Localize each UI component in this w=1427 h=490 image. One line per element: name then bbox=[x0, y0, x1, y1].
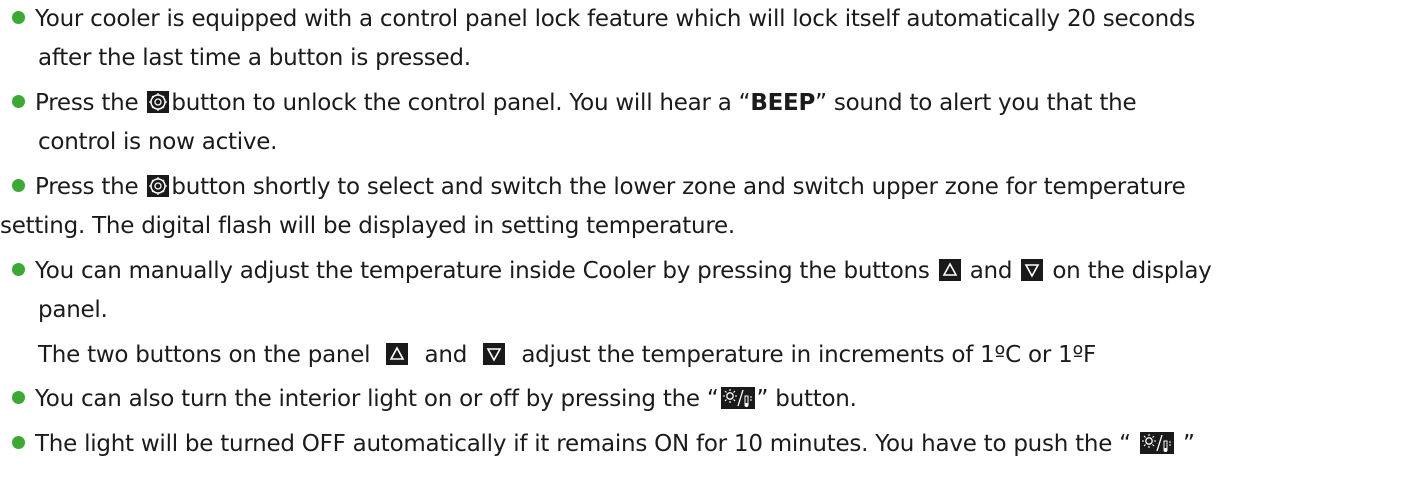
bullet-zone-select: Press the button shortly to select and s… bbox=[0, 172, 1186, 204]
text-button-end: ” button. bbox=[756, 386, 857, 412]
text-zone-desc: button shortly to select and switch the … bbox=[171, 174, 1186, 200]
triangle-down-icon bbox=[1021, 259, 1044, 281]
bullet-dot bbox=[12, 179, 25, 192]
text-on-display: on the display bbox=[1052, 258, 1212, 284]
text-unlock-desc: button to unlock the control panel. You … bbox=[171, 90, 751, 116]
text-two-buttons: The two buttons on the panel bbox=[38, 342, 371, 368]
text-press-the: Press the bbox=[35, 90, 139, 116]
text-lock-feature: Your cooler is equipped with a control p… bbox=[35, 6, 1196, 32]
bullet-dot bbox=[12, 11, 25, 24]
light-temp-icon bbox=[720, 387, 755, 409]
bullet-dot bbox=[12, 263, 25, 276]
text-auto-off-desc: The light will be turned OFF automatical… bbox=[35, 431, 1131, 457]
bullet-dot bbox=[12, 436, 25, 449]
text-beep: BEEP bbox=[750, 90, 816, 116]
text-setting-flash: setting. The digital flash will be displ… bbox=[0, 213, 735, 239]
bullet-light-auto-off: The light will be turned OFF automatical… bbox=[0, 429, 1195, 461]
text-lock-feature-cont: after the last time a button is pressed. bbox=[38, 45, 471, 71]
zone-select-icon bbox=[147, 91, 170, 113]
text-light-desc: You can also turn the interior light on … bbox=[35, 386, 719, 412]
bullet-lock-feature: Your cooler is equipped with a control p… bbox=[0, 4, 1195, 36]
text-alert: ” sound to alert you that the bbox=[815, 90, 1137, 116]
bullet-dot bbox=[12, 391, 25, 404]
text-increments: The two buttons on the panel and adjust … bbox=[38, 340, 1096, 372]
triangle-up-icon bbox=[386, 343, 409, 365]
text-adjust-desc: You can manually adjust the temperature … bbox=[35, 258, 930, 284]
text-press-the: Press the bbox=[35, 174, 139, 200]
zone-select-icon bbox=[147, 175, 170, 197]
text-panel: panel. bbox=[38, 297, 108, 323]
triangle-up-icon bbox=[938, 259, 961, 281]
text-control-active: control is now active. bbox=[38, 129, 278, 155]
text-and: and bbox=[969, 258, 1013, 284]
text-increments-desc: adjust the temperature in increments of … bbox=[521, 342, 1097, 368]
bullet-interior-light: You can also turn the interior light on … bbox=[0, 384, 857, 416]
text-and: and bbox=[424, 342, 468, 368]
instructions-document: Your cooler is equipped with a control p… bbox=[0, 0, 1427, 490]
bullet-unlock: Press the button to unlock the control p… bbox=[0, 88, 1137, 120]
text-quote-end: ” bbox=[1182, 431, 1195, 457]
bullet-adjust-temp: You can manually adjust the temperature … bbox=[0, 256, 1212, 288]
light-temp-icon bbox=[1139, 432, 1174, 454]
triangle-down-icon bbox=[483, 343, 506, 365]
bullet-dot bbox=[12, 95, 25, 108]
